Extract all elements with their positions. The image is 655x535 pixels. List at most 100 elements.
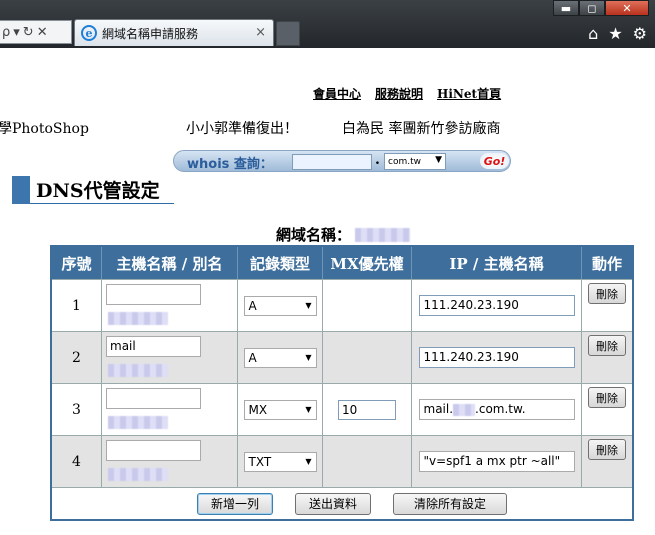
action-cell: 刪除 (582, 435, 632, 487)
maximize-button[interactable]: ◻ (579, 0, 605, 16)
member-center-link[interactable]: 會員中心 (313, 85, 361, 102)
col-host: 主機名稱 / 別名 (102, 247, 238, 279)
favorites-icon[interactable]: ★ (608, 24, 622, 43)
record-type-select[interactable]: A ▼ (243, 347, 317, 368)
record-type-value: MX (248, 402, 268, 417)
row-index: 1 (52, 279, 102, 331)
record-type-select[interactable]: TXT ▼ (243, 451, 317, 472)
ip-redacted (453, 403, 476, 416)
new-tab-button[interactable] (276, 21, 300, 46)
domain-label: 網域名稱： (276, 226, 352, 244)
stop-icon[interactable]: ✕ (37, 25, 48, 40)
type-cell: A ▼ (238, 331, 323, 383)
home-icon[interactable]: ⌂ (588, 24, 598, 43)
col-mx: MX優先權 (323, 247, 412, 279)
address-bar-controls: ρ ▾ ↻ ✕ (0, 20, 72, 44)
browser-nav-icons: ⌂ ★ ⚙ (588, 24, 647, 43)
col-type: 記錄類型 (238, 247, 323, 279)
delete-button[interactable]: 刪除 (588, 387, 626, 408)
tab-title: 網域名稱申請服務 (102, 26, 199, 41)
ip-input[interactable]: mail. .com.tw. (418, 399, 575, 420)
ip-suffix: .com.tw. (475, 402, 526, 416)
heading-bar-decoration (12, 175, 30, 204)
ip-cell: mail. .com.tw. (412, 383, 582, 435)
col-index: 序號 (52, 247, 102, 279)
whois-go-button[interactable]: Go! (480, 153, 509, 169)
whois-domain-input[interactable] (292, 154, 372, 170)
mx-cell (323, 435, 412, 487)
host-cell: mail (102, 331, 238, 383)
news-item-2[interactable]: 小小郭準備復出！ (186, 118, 298, 138)
host-cell (102, 279, 238, 331)
domain-name-line: 網域名稱： (276, 224, 411, 245)
section-heading: DNS代管設定 (12, 175, 174, 204)
close-window-button[interactable]: ✕ (605, 0, 649, 16)
ip-input[interactable]: 111.240.23.190 (418, 347, 575, 368)
dropdown-icon[interactable]: ▾ (13, 25, 20, 40)
type-cell: A ▼ (238, 279, 323, 331)
action-cell: 刪除 (582, 383, 632, 435)
chevron-down-icon: ▼ (305, 456, 312, 466)
table-header: 序號 主機名稱 / 別名 記錄類型 MX優先權 IP / 主機名稱 動作 (52, 247, 632, 279)
whois-dot: . (375, 152, 380, 168)
action-cell: 刪除 (582, 279, 632, 331)
page-title: DNS代管設定 (36, 180, 160, 202)
host-input[interactable]: mail (106, 336, 201, 357)
record-type-select[interactable]: A ▼ (243, 295, 317, 316)
news-item-1[interactable]: 學PhotoShop (0, 118, 89, 138)
window-controls: ▬ ◻ ✕ (553, 0, 649, 16)
gear-icon[interactable]: ⚙ (633, 24, 647, 43)
row-index: 4 (52, 435, 102, 487)
whois-tld-select[interactable]: com.tw ▼ (384, 153, 446, 170)
record-type-value: A (248, 298, 257, 313)
ip-input[interactable]: 111.240.23.190 (418, 295, 575, 316)
row-index: 2 (52, 331, 102, 383)
service-info-link[interactable]: 服務說明 (375, 85, 423, 102)
chevron-down-icon: ▼ (305, 352, 312, 362)
mx-cell: 10 (323, 383, 412, 435)
search-icon[interactable]: ρ (2, 25, 10, 40)
host-input[interactable] (106, 440, 201, 461)
host-hint-redacted (108, 468, 168, 481)
host-hint-redacted (108, 312, 168, 325)
table-row: 1 A ▼ 111.240.23.190 刪除 (52, 279, 632, 331)
host-cell (102, 383, 238, 435)
tab-close-icon[interactable]: × (255, 25, 266, 40)
chevron-down-icon: ▼ (305, 404, 312, 414)
browser-tab[interactable]: e 網域名稱申請服務 × (74, 19, 274, 46)
news-item-3[interactable]: 白為民 率團新竹參訪廠商 (342, 118, 500, 138)
record-type-value: TXT (248, 454, 272, 469)
minimize-button[interactable]: ▬ (553, 0, 579, 16)
browser-chrome: ρ ▾ ↻ ✕ e 網域名稱申請服務 × ▬ ◻ ✕ ⌂ ★ ⚙ (0, 0, 655, 48)
whois-search-bar: whois 查詢： . com.tw ▼ Go! (173, 150, 511, 172)
action-cell: 刪除 (582, 331, 632, 383)
delete-button[interactable]: 刪除 (588, 283, 626, 304)
col-action: 動作 (591, 254, 622, 273)
host-input[interactable] (106, 284, 201, 305)
host-input[interactable] (106, 388, 201, 409)
ip-prefix: mail. (423, 402, 454, 416)
chevron-down-icon: ▼ (435, 155, 442, 165)
chevron-down-icon: ▼ (305, 300, 312, 310)
ip-cell: 111.240.23.190 (412, 279, 582, 331)
table-row: 4 TXT ▼ "v=spf1 a mx ptr ~all" 刪除 (52, 435, 632, 487)
row-index: 3 (52, 383, 102, 435)
whois-label: whois 查詢： (187, 157, 273, 172)
delete-button[interactable]: 刪除 (588, 439, 626, 460)
clear-all-button[interactable]: 清除所有設定 (393, 492, 507, 515)
col-ip: IP / 主機名稱 (412, 247, 582, 279)
hinet-home-link[interactable]: HiNet首頁 (437, 85, 501, 102)
submit-button[interactable]: 送出資料 (295, 492, 371, 515)
mx-priority-input[interactable]: 10 (338, 399, 396, 420)
ip-input[interactable]: "v=spf1 a mx ptr ~all" (418, 451, 575, 472)
refresh-icon[interactable]: ↻ (23, 25, 34, 40)
header-links: 會員中心 服務說明 HiNet首頁 (313, 85, 501, 102)
record-type-select[interactable]: MX ▼ (243, 399, 317, 420)
delete-button[interactable]: 刪除 (588, 335, 626, 356)
add-row-button[interactable]: 新增一列 (197, 492, 273, 515)
ip-cell: "v=spf1 a mx ptr ~all" (412, 435, 582, 487)
ie-logo-icon: e (81, 25, 97, 41)
mx-cell (323, 279, 412, 331)
host-cell (102, 435, 238, 487)
type-cell: TXT ▼ (238, 435, 323, 487)
